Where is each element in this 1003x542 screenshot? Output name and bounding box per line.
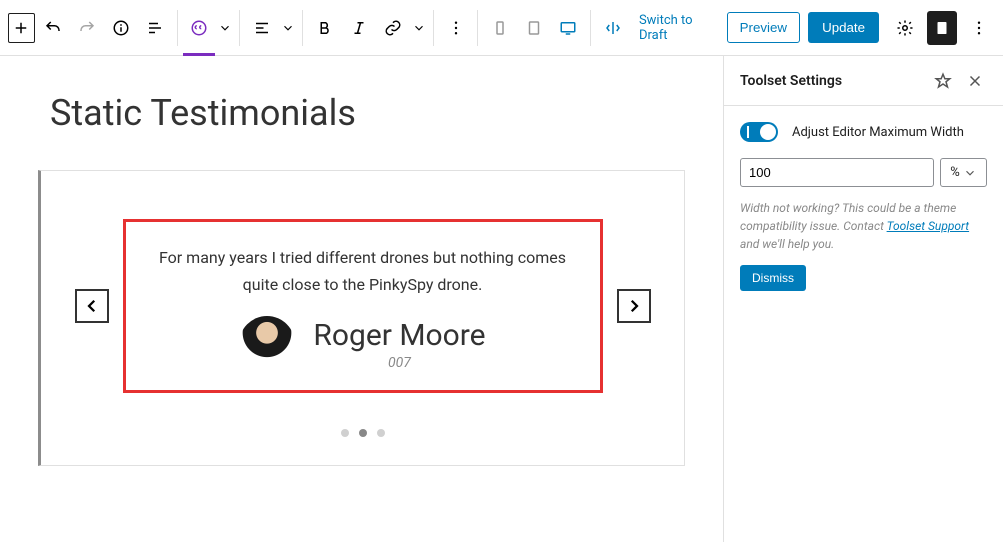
switch-draft-button[interactable]: Switch to Draft	[631, 13, 723, 43]
device-desktop-icon[interactable]	[552, 10, 584, 46]
width-toggle[interactable]	[740, 122, 778, 142]
close-icon[interactable]	[963, 69, 987, 93]
dismiss-button[interactable]: Dismiss	[740, 265, 806, 291]
width-unit-label: %	[950, 165, 960, 180]
quote-block-icon[interactable]	[183, 10, 215, 46]
split-icon[interactable]	[597, 10, 629, 46]
favorite-star-icon[interactable]	[931, 69, 955, 93]
author-name[interactable]: Roger Moore	[313, 318, 485, 353]
support-link[interactable]: Toolset Support	[887, 219, 970, 233]
slider-dot[interactable]	[341, 429, 349, 437]
slider-dot[interactable]	[359, 429, 367, 437]
slider-dots	[59, 429, 666, 437]
slider-next-button[interactable]	[617, 289, 651, 323]
settings-sidebar: Toolset Settings Adjust Editor Maximum W…	[723, 56, 1003, 542]
page-title[interactable]: Static Testimonials	[50, 92, 685, 134]
width-input[interactable]	[740, 158, 934, 187]
author-avatar	[239, 316, 295, 372]
editor-canvas[interactable]: Static Testimonials For many years I tri…	[0, 56, 723, 542]
block-type-caret[interactable]	[217, 10, 233, 46]
redo-button[interactable]	[71, 10, 103, 46]
align-caret[interactable]	[280, 10, 296, 46]
info-button[interactable]	[105, 10, 137, 46]
width-toggle-label: Adjust Editor Maximum Width	[792, 125, 964, 140]
undo-button[interactable]	[37, 10, 69, 46]
testimonial-quote[interactable]: For many years I tried different drones …	[150, 244, 576, 298]
update-button[interactable]: Update	[808, 12, 879, 43]
format-caret[interactable]	[411, 10, 427, 46]
link-button[interactable]	[377, 10, 409, 46]
slider-prev-button[interactable]	[75, 289, 109, 323]
width-unit-select[interactable]: %	[940, 158, 987, 187]
preview-button[interactable]: Preview	[727, 12, 800, 43]
author-role[interactable]: 007	[313, 355, 485, 371]
add-block-button[interactable]	[8, 13, 35, 43]
device-mobile-icon[interactable]	[484, 10, 516, 46]
testimonial-slide[interactable]: For many years I tried different drones …	[123, 219, 603, 393]
testimonial-slider-block[interactable]: For many years I tried different drones …	[38, 170, 685, 466]
top-toolbar: Switch to Draft Preview Update	[0, 0, 1003, 56]
toolset-icon[interactable]	[927, 11, 957, 45]
outline-button[interactable]	[139, 10, 171, 46]
italic-button[interactable]	[343, 10, 375, 46]
align-button[interactable]	[246, 10, 278, 46]
more-inline-button[interactable]	[440, 10, 472, 46]
slider-dot[interactable]	[377, 429, 385, 437]
sidebar-title: Toolset Settings	[740, 73, 923, 89]
more-menu-button[interactable]	[963, 10, 995, 46]
device-tablet-icon[interactable]	[518, 10, 550, 46]
settings-gear-icon[interactable]	[889, 10, 921, 46]
bold-button[interactable]	[309, 10, 341, 46]
width-help-text: Width not working? This could be a theme…	[740, 199, 987, 253]
